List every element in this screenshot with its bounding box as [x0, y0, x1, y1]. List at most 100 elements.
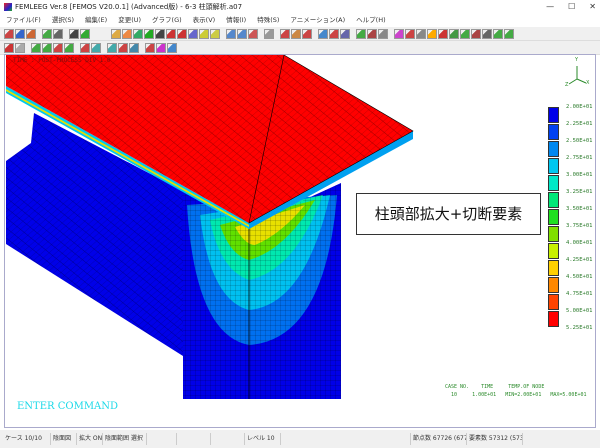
- toolbar-button-icon[interactable]: [280, 28, 290, 39]
- legend-label: 3.00E+01: [566, 172, 593, 178]
- menu-info[interactable]: 情報(I): [226, 14, 246, 27]
- toolbar-button-icon[interactable]: [4, 28, 14, 39]
- toolbar-button-icon[interactable]: [80, 42, 90, 53]
- legend-label: 3.50E+01: [566, 206, 593, 212]
- toolbar-button-icon[interactable]: [107, 42, 117, 53]
- legend-label: 4.25E+01: [566, 257, 593, 263]
- toolbar-button-icon[interactable]: [504, 28, 514, 39]
- toolbar-button-icon[interactable]: [144, 28, 154, 39]
- toolbar-button-icon[interactable]: [156, 42, 166, 53]
- legend-label: 4.50E+01: [566, 274, 593, 280]
- toolbar-button-icon[interactable]: [367, 28, 377, 39]
- menu-edit[interactable]: 編集(E): [85, 14, 107, 27]
- legend-color-band: [548, 175, 559, 191]
- toolbar-button-icon[interactable]: [129, 42, 139, 53]
- toolbar-button-icon[interactable]: [133, 28, 143, 39]
- axis-y-label: Y: [575, 57, 579, 63]
- menu-graph[interactable]: グラフ(G): [152, 14, 182, 27]
- command-prompt[interactable]: ENTER COMMAND: [17, 401, 118, 412]
- toolbar-button-icon[interactable]: [438, 28, 448, 39]
- toolbar-button-icon[interactable]: [42, 28, 52, 39]
- toolbar-button-icon[interactable]: [226, 28, 236, 39]
- menu-special[interactable]: 特殊(S): [257, 14, 279, 27]
- legend-color-band: [548, 209, 559, 225]
- toolbar-button-icon[interactable]: [210, 28, 220, 39]
- legend-label: 2.00E+01: [566, 104, 593, 110]
- status-node-count: 節点数 67726 (67726): [411, 433, 467, 445]
- toolbar-button-icon[interactable]: [15, 28, 25, 39]
- toolbar-button-icon[interactable]: [427, 28, 437, 39]
- legend-color-band: [548, 107, 559, 123]
- menu-view[interactable]: 表示(V): [193, 14, 216, 27]
- toolbar-button-icon[interactable]: [177, 28, 187, 39]
- toolbar-button-icon[interactable]: [80, 28, 90, 39]
- legend-color-band: [548, 260, 559, 276]
- toolbar-secondary: [0, 41, 600, 55]
- toolbar-button-icon[interactable]: [482, 28, 492, 39]
- toolbar-button-icon[interactable]: [291, 28, 301, 39]
- status-empty-1: [147, 433, 177, 445]
- axis-triad: Y Z X: [565, 57, 590, 91]
- toolbar-button-icon[interactable]: [53, 28, 63, 39]
- toolbar-button-icon[interactable]: [64, 42, 74, 53]
- toolbar-button-icon[interactable]: [302, 28, 312, 39]
- legend-color-band: [548, 226, 559, 242]
- toolbar-button-icon[interactable]: [329, 28, 339, 39]
- menu-help[interactable]: ヘルプ(H): [356, 14, 385, 27]
- toolbar-button-icon[interactable]: [145, 42, 155, 53]
- close-button[interactable]: ✕: [589, 0, 596, 14]
- toolbar-button-icon[interactable]: [237, 28, 247, 39]
- status-empty-2: [177, 433, 211, 445]
- toolbar-button-icon[interactable]: [4, 42, 14, 53]
- menu-animation[interactable]: アニメーション(A): [290, 14, 345, 27]
- toolbar-button-icon[interactable]: [460, 28, 470, 39]
- toolbar-button-icon[interactable]: [26, 28, 36, 39]
- legend-label: 2.50E+01: [566, 138, 593, 144]
- toolbar-button-icon[interactable]: [15, 42, 25, 53]
- legend-color-band: [548, 294, 559, 310]
- legend-color-band: [548, 311, 559, 327]
- axis-x-label: X: [586, 80, 590, 86]
- app-icon: [4, 3, 12, 11]
- toolbar-button-icon[interactable]: [122, 28, 132, 39]
- toolbar-button-icon[interactable]: [356, 28, 366, 39]
- toolbar-button-icon[interactable]: [471, 28, 481, 39]
- toolbar-button-icon[interactable]: [405, 28, 415, 39]
- legend-color-band: [548, 192, 559, 208]
- toolbar-button-icon[interactable]: [69, 28, 79, 39]
- toolbar-button-icon[interactable]: [155, 28, 165, 39]
- menu-file[interactable]: ファイル(F): [6, 14, 41, 27]
- toolbar-button-icon[interactable]: [394, 28, 404, 39]
- status-empty-4: [281, 433, 411, 445]
- toolbar-button-icon[interactable]: [378, 28, 388, 39]
- toolbar-button-icon[interactable]: [111, 28, 121, 39]
- toolbar-button-icon[interactable]: [166, 28, 176, 39]
- toolbar-button-icon[interactable]: [416, 28, 426, 39]
- toolbar-button-icon[interactable]: [340, 28, 350, 39]
- status-case: ケース 10/10: [3, 433, 51, 445]
- minimize-button[interactable]: —: [546, 0, 554, 14]
- toolbar-main: [0, 27, 600, 41]
- axis-z-label: Z: [565, 82, 569, 88]
- toolbar-button-icon[interactable]: [42, 42, 52, 53]
- toolbar-button-icon[interactable]: [199, 28, 209, 39]
- model-viewport[interactable]: TIME : POST-PROCESS DIV 1.0 Y Z X 2.00E+…: [4, 54, 596, 428]
- toolbar-button-icon[interactable]: [91, 42, 101, 53]
- legend-label: 3.75E+01: [566, 223, 593, 229]
- toolbar-button-icon[interactable]: [188, 28, 198, 39]
- menu-modify[interactable]: 変更(U): [118, 14, 141, 27]
- toolbar-button-icon[interactable]: [118, 42, 128, 53]
- toolbar-button-icon[interactable]: [264, 28, 274, 39]
- case-info-values: 10 1.00E+01 MIN=2.00E+01 MAX=5.00E+01: [445, 392, 587, 398]
- toolbar-button-icon[interactable]: [248, 28, 258, 39]
- toolbar-button-icon[interactable]: [31, 42, 41, 53]
- toolbar-button-icon[interactable]: [167, 42, 177, 53]
- toolbar-button-icon[interactable]: [53, 42, 63, 53]
- toolbar-button-icon[interactable]: [318, 28, 328, 39]
- toolbar-button-icon[interactable]: [449, 28, 459, 39]
- menu-select[interactable]: 選択(S): [52, 14, 74, 27]
- maximize-button[interactable]: ☐: [568, 0, 575, 14]
- legend-color-band: [548, 124, 559, 140]
- toolbar-button-icon[interactable]: [493, 28, 503, 39]
- case-info-headers: CASE NO. TIME TEMP.OF NODE: [445, 384, 545, 390]
